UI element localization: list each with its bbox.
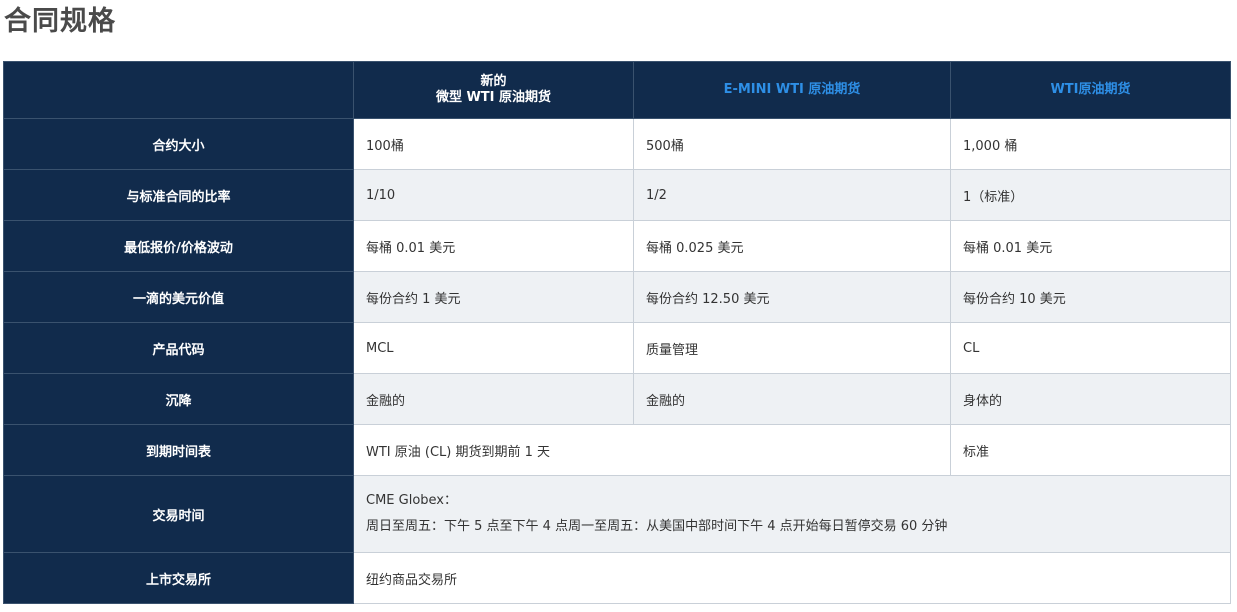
row-label: 与标准合同的比率 <box>3 169 354 221</box>
table-row: 上市交易所 纽约商品交易所 <box>3 552 1231 604</box>
cell-wti: 每桶 0.01 美元 <box>950 220 1231 272</box>
table-row: 沉降 金融的 金融的 身体的 <box>3 373 1231 425</box>
cell-wti: CL <box>950 322 1231 374</box>
trading-hours-line1: CME Globex： <box>366 493 457 508</box>
cell-wti: 1,000 桶 <box>950 118 1231 170</box>
cell-emini: 质量管理 <box>633 322 951 374</box>
cell-wti: 身体的 <box>950 373 1231 425</box>
table-row: 合约大小 100桶 500桶 1,000 桶 <box>3 118 1231 170</box>
table-row: 与标准合同的比率 1/10 1/2 1（标准） <box>3 169 1231 221</box>
header-micro-wti: 新的 微型 WTI 原油期货 <box>353 61 634 119</box>
cell-wti: 每份合约 10 美元 <box>950 271 1231 323</box>
row-label: 一滴的美元价值 <box>3 271 354 323</box>
header-emini-wti-link[interactable]: E-MINI WTI 原油期货 <box>633 61 951 119</box>
header-micro-wti-line1: 新的 <box>480 74 507 89</box>
cell-emini: 金融的 <box>633 373 951 425</box>
contract-spec-table: 新的 微型 WTI 原油期货 E-MINI WTI 原油期货 WTI原油期货 合… <box>3 61 1231 604</box>
table-row: 最低报价/价格波动 每桶 0.01 美元 每桶 0.025 美元 每桶 0.01… <box>3 220 1231 272</box>
row-label: 产品代码 <box>3 322 354 374</box>
cell-micro: 金融的 <box>353 373 634 425</box>
cell-wti: 标准 <box>950 424 1231 476</box>
cell-emini: 1/2 <box>633 169 951 221</box>
row-label: 合约大小 <box>3 118 354 170</box>
header-corner-cell <box>3 61 354 119</box>
table-row: 交易时间 CME Globex： 周日至周五：下午 5 点至下午 4 点周一至周… <box>3 475 1231 553</box>
row-label: 到期时间表 <box>3 424 354 476</box>
table-row: 产品代码 MCL 质量管理 CL <box>3 322 1231 374</box>
header-wti-link[interactable]: WTI原油期货 <box>950 61 1231 119</box>
cell-micro-emini-merged: WTI 原油 (CL) 期货到期前 1 天 <box>353 424 951 476</box>
table-row: 一滴的美元价值 每份合约 1 美元 每份合约 12.50 美元 每份合约 10 … <box>3 271 1231 323</box>
row-label: 交易时间 <box>3 475 354 553</box>
row-label: 上市交易所 <box>3 552 354 604</box>
header-micro-wti-line2: 微型 WTI 原油期货 <box>435 90 552 105</box>
cell-wti: 1（标准） <box>950 169 1231 221</box>
cell-micro: MCL <box>353 322 634 374</box>
cell-micro: 100桶 <box>353 118 634 170</box>
table-header-row: 新的 微型 WTI 原油期货 E-MINI WTI 原油期货 WTI原油期货 <box>3 61 1231 119</box>
trading-hours-cell: CME Globex： 周日至周五：下午 5 点至下午 4 点周一至周五：从美国… <box>353 475 1231 553</box>
cell-micro: 每份合约 1 美元 <box>353 271 634 323</box>
cell-micro: 1/10 <box>353 169 634 221</box>
cell-emini: 每份合约 12.50 美元 <box>633 271 951 323</box>
cell-emini: 每桶 0.025 美元 <box>633 220 951 272</box>
page-title: 合同规格 <box>4 6 116 37</box>
cell-micro: 每桶 0.01 美元 <box>353 220 634 272</box>
trading-hours-line2: 周日至周五：下午 5 点至下午 4 点周一至周五：从美国中部时间下午 4 点开始… <box>366 519 948 534</box>
table-row: 到期时间表 WTI 原油 (CL) 期货到期前 1 天 标准 <box>3 424 1231 476</box>
cell-emini: 500桶 <box>633 118 951 170</box>
exchange-cell: 纽约商品交易所 <box>353 552 1231 604</box>
row-label: 沉降 <box>3 373 354 425</box>
row-label: 最低报价/价格波动 <box>3 220 354 272</box>
